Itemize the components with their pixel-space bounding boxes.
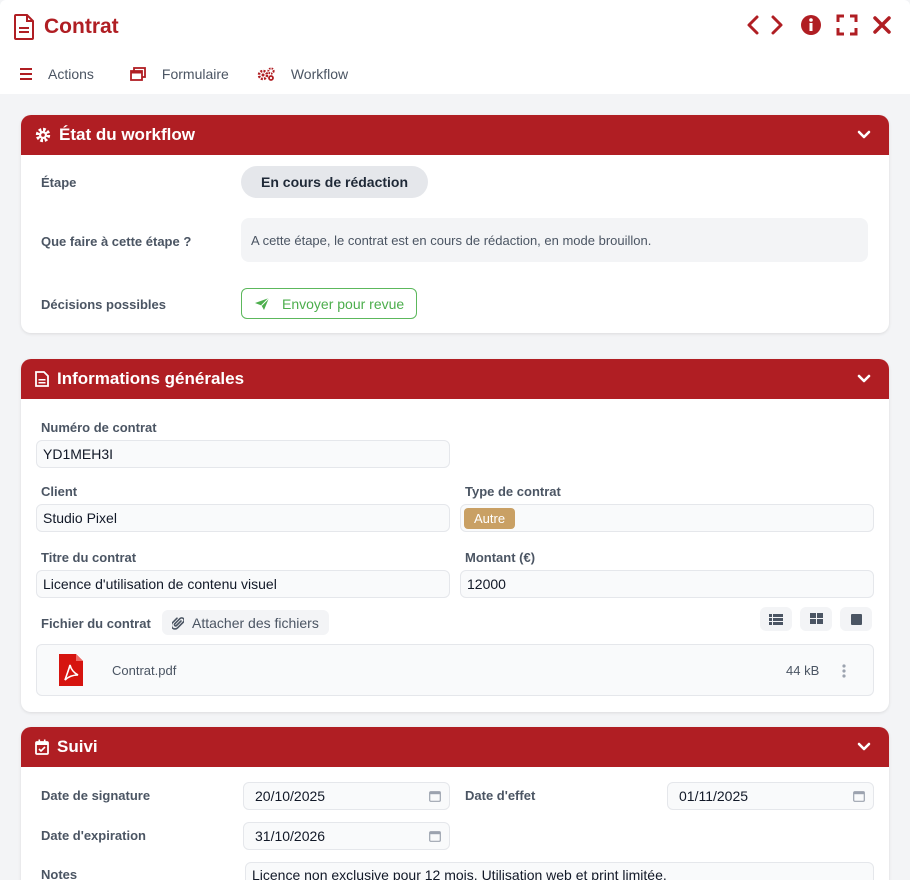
paper-plane-icon [255, 297, 270, 310]
general-info-panel-title: Informations générales [57, 369, 245, 388]
paperclip-icon [172, 616, 184, 630]
contract-number-field[interactable]: YD1MEH3I [36, 440, 450, 468]
amount-field[interactable]: 12000 [460, 570, 874, 598]
form-label: Formulaire [161, 66, 229, 82]
contract-file-label: Fichier du contrat [41, 616, 151, 631]
workflow-panel: État du workflow Étape En cours de rédac… [21, 115, 889, 333]
workflow-panel-body: Étape En cours de rédaction Que faire à … [21, 155, 889, 333]
signature-date-label: Date de signature [41, 788, 151, 803]
file-name: Contrat.pdf [112, 663, 177, 678]
contract-type-field[interactable]: Autre [460, 504, 874, 532]
window-controls [746, 14, 892, 36]
toolbar: Actions Formulaire Workflow [20, 66, 376, 82]
document-icon [35, 371, 49, 387]
tracking-panel: Suivi Date de signature 20/10/2025 Date … [21, 727, 889, 880]
expiration-date-value: 31/10/2026 [255, 828, 326, 844]
decisions-label: Décisions possibles [41, 297, 166, 312]
calendar-icon[interactable] [429, 830, 441, 842]
close-icon[interactable] [872, 15, 892, 35]
chevron-down-icon[interactable] [857, 372, 871, 386]
contract-title-field[interactable]: Licence d'utilisation de contenu visuel [36, 570, 450, 598]
contract-title-label: Titre du contrat [41, 550, 137, 565]
file-item[interactable]: Contrat.pdf 44 kB [36, 644, 874, 696]
effective-date-value: 01/11/2025 [679, 788, 749, 804]
tracking-panel-body: Date de signature 20/10/2025 Date d'effe… [21, 767, 889, 880]
tracking-panel-header[interactable]: Suivi [21, 727, 889, 767]
contract-type-label: Type de contrat [465, 484, 561, 499]
signature-date-field[interactable]: 20/10/2025 [243, 782, 450, 810]
expiration-date-field[interactable]: 31/10/2026 [243, 822, 450, 850]
effective-date-label: Date d'effet [465, 788, 536, 803]
calendar-check-icon [35, 739, 49, 755]
menu-icon [20, 68, 32, 80]
actions-label: Actions [48, 66, 94, 82]
chevron-down-icon[interactable] [857, 128, 871, 142]
contract-number-label: Numéro de contrat [41, 420, 157, 435]
page-title: Contrat [44, 15, 119, 38]
workflow-panel-header[interactable]: État du workflow [21, 115, 889, 155]
general-info-panel: Informations générales Numéro de contrat… [21, 359, 889, 712]
document-icon [14, 14, 34, 40]
attach-files-label: Attacher des fichiers [192, 614, 319, 631]
notes-label: Notes [41, 867, 78, 880]
signature-date-value: 20/10/2025 [255, 788, 326, 804]
gear-icon [35, 127, 51, 143]
grid-view-button[interactable] [800, 607, 832, 631]
step-badge: En cours de rédaction [241, 166, 429, 198]
pdf-file-icon [59, 654, 83, 686]
todo-description: A cette étape, le contrat est en cours d… [241, 218, 868, 262]
square-icon [850, 613, 862, 625]
fullscreen-icon[interactable] [836, 14, 858, 36]
workflow-panel-title: État du workflow [59, 125, 195, 144]
general-info-panel-body: Numéro de contrat YD1MEH3I Client Studio… [21, 399, 889, 712]
more-options-icon[interactable] [841, 663, 847, 679]
calendar-icon[interactable] [429, 790, 441, 802]
send-for-review-label: Envoyer pour revue [282, 295, 405, 312]
grid-icon [809, 613, 823, 624]
actions-menu[interactable]: Actions [20, 66, 94, 82]
previous-icon[interactable] [746, 14, 760, 36]
client-field[interactable]: Studio Pixel [36, 504, 450, 532]
attach-files-button[interactable]: Attacher des fichiers [162, 610, 329, 635]
todo-label: Que faire à cette étape ? [41, 234, 192, 249]
window-icon [130, 67, 146, 81]
large-view-button[interactable] [840, 607, 872, 631]
client-label: Client [41, 484, 78, 499]
general-info-panel-header[interactable]: Informations générales [21, 359, 889, 399]
chevron-down-icon[interactable] [857, 740, 871, 754]
title-row: Contrat [14, 12, 119, 42]
effective-date-field[interactable]: 01/11/2025 [667, 782, 874, 810]
calendar-icon[interactable] [853, 790, 865, 802]
next-icon[interactable] [770, 14, 784, 36]
list-icon [769, 613, 783, 625]
contract-type-badge: Autre [464, 507, 516, 529]
amount-label: Montant (€) [465, 550, 536, 565]
file-size: 44 kB [786, 663, 820, 678]
notes-field[interactable]: Licence non exclusive pour 12 mois. Util… [245, 862, 874, 880]
window-header: Contrat Actions Formulaire Workflow [0, 0, 910, 94]
info-icon[interactable] [800, 14, 822, 36]
cogs-icon [257, 67, 275, 81]
form-tab[interactable]: Formulaire [130, 66, 229, 82]
workflow-tab[interactable]: Workflow [257, 66, 348, 82]
list-view-button[interactable] [760, 607, 792, 631]
step-label: Étape [41, 175, 77, 190]
tracking-panel-title: Suivi [57, 737, 98, 756]
expiration-date-label: Date d'expiration [41, 828, 146, 843]
workflow-label: Workflow [290, 66, 349, 82]
send-for-review-button[interactable]: Envoyer pour revue [241, 288, 418, 319]
